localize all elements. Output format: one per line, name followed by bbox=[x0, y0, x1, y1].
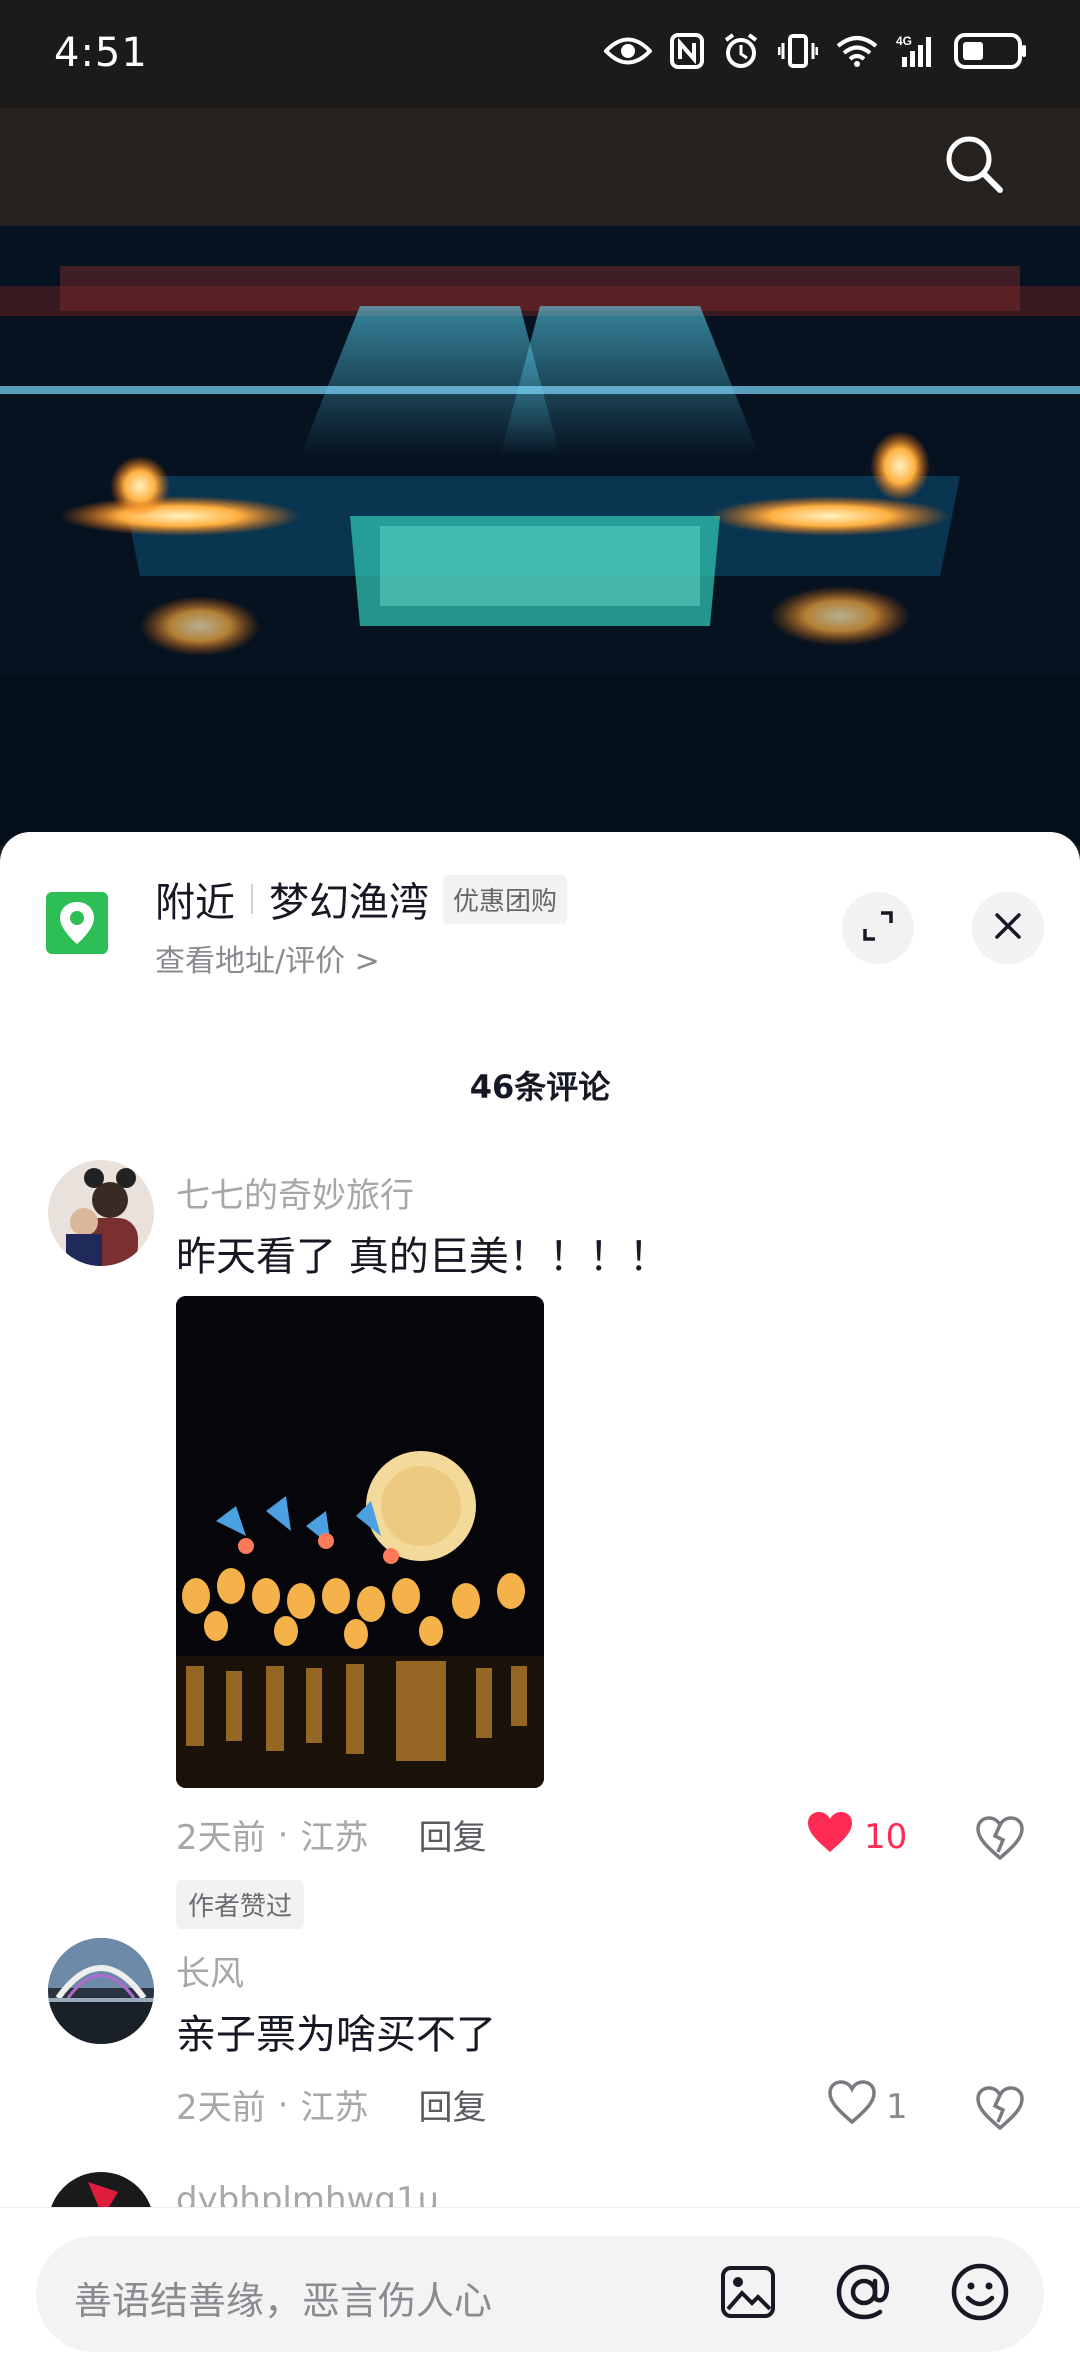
comment-region: 江苏 bbox=[300, 2088, 369, 2128]
view-address-link[interactable]: 查看地址/评价 > bbox=[155, 936, 380, 980]
comment-input-placeholder: 善语结善缘，恶言伤人心 bbox=[74, 2279, 493, 2323]
image-picker-button[interactable] bbox=[716, 2262, 780, 2326]
battery-icon bbox=[954, 33, 1028, 69]
svg-text:4G: 4G bbox=[896, 34, 912, 48]
close-button[interactable] bbox=[972, 892, 1044, 964]
comment-username[interactable]: 七七的奇妙旅行 bbox=[176, 1168, 414, 1217]
meta-dot: · bbox=[277, 1814, 289, 1855]
comment-image[interactable] bbox=[176, 1296, 544, 1788]
title-divider bbox=[251, 884, 253, 914]
emoji-icon bbox=[950, 2262, 1010, 2326]
mention-button[interactable] bbox=[832, 2262, 896, 2326]
vibrate-icon bbox=[778, 33, 818, 69]
search-button[interactable] bbox=[936, 128, 1012, 204]
comment-count: 46条评论 bbox=[469, 1068, 611, 1106]
location-title: 附近 梦幻渔湾 优惠团购 bbox=[155, 870, 568, 928]
comment-text: 昨天看了 真的巨美！！！！ bbox=[176, 1234, 669, 1280]
comment-region: 江苏 bbox=[300, 1818, 369, 1858]
heart-filled-icon bbox=[806, 1810, 854, 1863]
location-name: 梦幻渔湾 bbox=[269, 880, 429, 926]
comment-time: 2天前 bbox=[176, 1818, 266, 1858]
at-icon bbox=[834, 2262, 894, 2326]
wifi-icon bbox=[836, 34, 878, 68]
like-button[interactable]: 1 bbox=[828, 2080, 908, 2133]
top-bar bbox=[0, 108, 1080, 226]
author-liked-badge: 作者赞过 bbox=[176, 1880, 305, 1929]
comment-time: 2天前 bbox=[176, 2088, 266, 2128]
reply-button[interactable]: 回复 bbox=[418, 1810, 486, 1859]
avatar[interactable] bbox=[48, 1160, 154, 1266]
like-button[interactable]: 10 bbox=[806, 1810, 907, 1863]
expand-button[interactable] bbox=[842, 892, 914, 964]
comment-meta: 2天前 · 江苏 回复 bbox=[176, 1810, 486, 1859]
close-icon bbox=[993, 911, 1023, 945]
broken-heart-icon bbox=[976, 1816, 1024, 1864]
comments-sheet: 附近 梦幻渔湾 优惠团购 查看地址/评价 > 46条评论 七七的奇妙旅行 昨天看… bbox=[0, 832, 1080, 2375]
location-prefix: 附近 bbox=[155, 880, 235, 926]
comment-text: 亲子票为啥买不了 bbox=[176, 2012, 496, 2058]
status-icons: 4G bbox=[604, 32, 1028, 70]
like-count: 10 bbox=[864, 1816, 908, 1857]
signal-icon: 4G bbox=[896, 33, 936, 69]
comment-username[interactable]: 长风 bbox=[176, 1946, 244, 1995]
comment-meta: 2天前 · 江苏 回复 bbox=[176, 2080, 486, 2129]
dislike-button[interactable] bbox=[972, 2082, 1028, 2138]
meta-dot: · bbox=[277, 2084, 289, 2125]
comment-input-bar: 善语结善缘，恶言伤人心 bbox=[0, 2207, 1080, 2375]
comment-input[interactable]: 善语结善缘，恶言伤人心 bbox=[36, 2236, 1044, 2352]
avatar[interactable] bbox=[48, 1938, 154, 2044]
image-icon bbox=[720, 2265, 776, 2323]
map-pin-icon bbox=[46, 892, 108, 954]
status-time: 4:51 bbox=[54, 30, 148, 76]
like-count: 1 bbox=[886, 2086, 908, 2127]
alarm-icon bbox=[722, 32, 760, 70]
group-buy-badge: 优惠团购 bbox=[443, 874, 568, 924]
expand-icon bbox=[861, 909, 895, 947]
location-header[interactable]: 附近 梦幻渔湾 优惠团购 查看地址/评价 > bbox=[0, 832, 1080, 982]
broken-heart-icon bbox=[976, 2086, 1024, 2134]
reply-button[interactable]: 回复 bbox=[418, 2080, 486, 2129]
video-player[interactable] bbox=[0, 226, 1080, 846]
video-frame-graphic bbox=[0, 226, 1080, 846]
dislike-button[interactable] bbox=[972, 1812, 1028, 1868]
emoji-button[interactable] bbox=[948, 2262, 1012, 2326]
eye-icon bbox=[604, 34, 652, 68]
status-bar: 4:51 4G bbox=[0, 0, 1080, 108]
nfc-icon bbox=[670, 33, 704, 69]
search-icon bbox=[942, 132, 1006, 200]
heart-outline-icon bbox=[828, 2080, 876, 2133]
